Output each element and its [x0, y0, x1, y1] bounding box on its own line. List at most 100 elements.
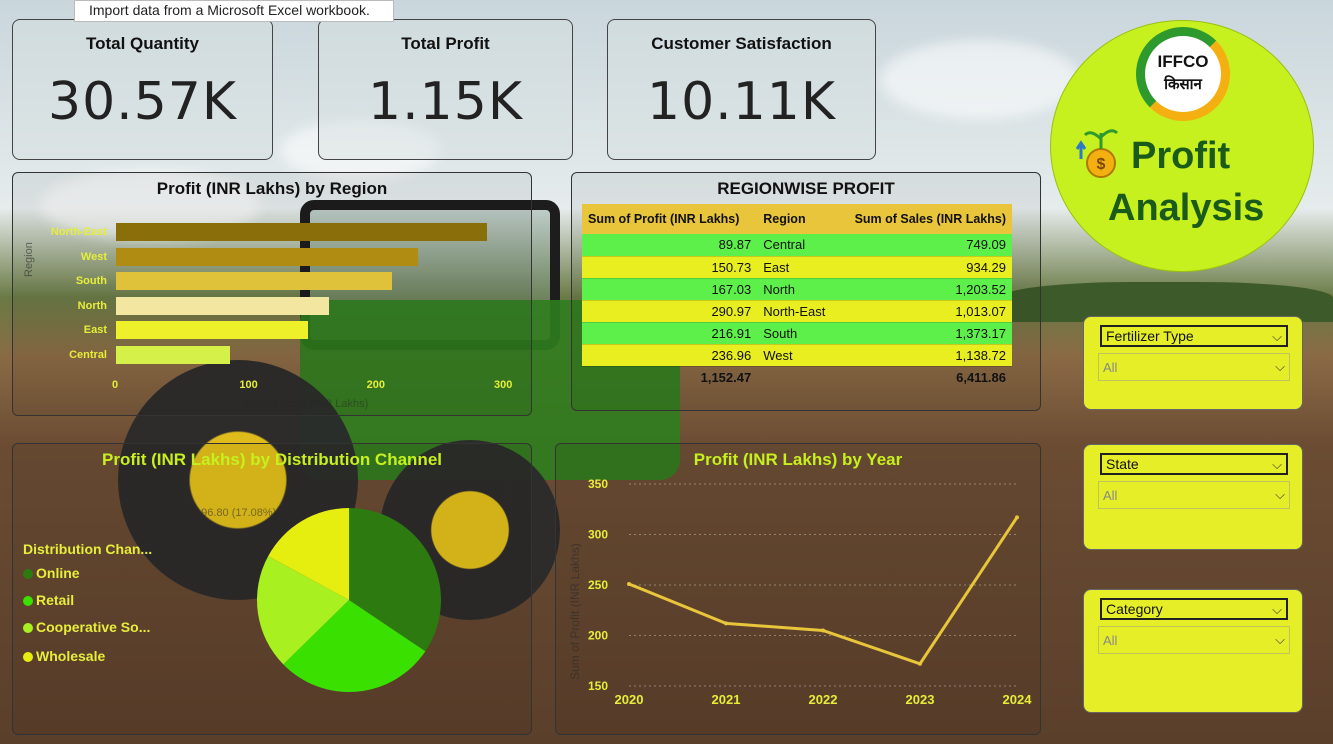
chevron-down-icon[interactable]: ⌵ — [1272, 457, 1282, 473]
bar-north-east[interactable] — [116, 223, 487, 241]
category-label: South — [75, 275, 107, 288]
kpi-title: Customer Satisfaction — [651, 34, 832, 53]
x-tick-label: 2024 — [1003, 692, 1033, 707]
kpi-value: 30.57K — [48, 72, 237, 132]
slicer-dropdown[interactable]: All ⌵ — [1098, 353, 1290, 381]
table-cell: 749.09 — [836, 234, 1012, 257]
y-tick-label: 200 — [588, 629, 608, 643]
table-row[interactable]: 150.73 East 934.29 — [582, 256, 1012, 279]
bar-west[interactable] — [116, 247, 418, 266]
table-row[interactable]: 290.97 North-East 1,013.07 — [582, 300, 1012, 323]
pie-plot — [257, 508, 441, 692]
chevron-down-icon[interactable]: ⌵ — [1272, 602, 1282, 618]
table-cell: 1,373.17 — [836, 322, 1012, 345]
legend-dot — [23, 652, 33, 663]
slicer-dropdown[interactable]: All ⌵ — [1098, 481, 1290, 509]
table-cell: 1,138.72 — [836, 344, 1012, 367]
legend-dot — [23, 569, 33, 580]
region-bar-chart[interactable]: Profit (INR Lakhs) by Region Region Sum … — [12, 172, 532, 416]
table-total-cell — [757, 366, 837, 388]
table-cell: North — [757, 278, 837, 301]
table-cell: Central — [757, 234, 837, 257]
slicer-label: Fertilizer Type — [1106, 328, 1194, 344]
table-title: REGIONWISE PROFIT — [717, 179, 895, 198]
slicer-header[interactable]: State ⌵ — [1100, 453, 1288, 475]
category-label: West — [80, 250, 107, 263]
chevron-down-icon[interactable]: ⌵ — [1275, 359, 1285, 375]
year-line-chart[interactable]: Profit (INR Lakhs) by Year Sum of Profit… — [555, 443, 1041, 735]
line-plot: 150 200 250 300 350 2020 2021 2022 2023 2024 — [588, 477, 1033, 707]
table-cell: 1,203.52 — [836, 278, 1012, 301]
data-point[interactable] — [1015, 515, 1019, 520]
legend-label: Cooperative So... — [36, 619, 151, 635]
tooltip: Import data from a Microsoft Excel workb… — [74, 0, 394, 22]
slicer-dropdown[interactable]: All ⌵ — [1098, 626, 1290, 654]
data-point[interactable] — [821, 628, 825, 633]
table-cell: South — [757, 322, 837, 345]
legend-item-wholesale[interactable]: Wholesale — [23, 648, 105, 664]
x-tick-label: 2022 — [809, 692, 838, 707]
kpi-value: 10.11K — [647, 72, 836, 132]
bar-south[interactable] — [116, 272, 393, 291]
bar-central[interactable] — [116, 346, 231, 364]
x-tick-label: 2021 — [712, 692, 741, 707]
column-header[interactable]: Sum of Profit (INR Lakhs) — [582, 204, 758, 234]
table-cell: 934.29 — [836, 256, 1012, 279]
data-point[interactable] — [627, 581, 631, 586]
x-tick-label: 200 — [366, 379, 386, 391]
y-tick-label: 350 — [588, 477, 608, 491]
slicer-value: All — [1103, 488, 1118, 503]
legend-title: Distribution Chan... — [23, 541, 153, 557]
slicer-value: All — [1103, 633, 1118, 648]
table-cell: West — [757, 344, 837, 367]
series-line-profit[interactable] — [628, 516, 1019, 666]
slicer-label: Category — [1106, 601, 1163, 617]
y-tick-label: 150 — [588, 679, 608, 693]
slicer-state[interactable]: State ⌵ All ⌵ — [1083, 444, 1303, 550]
table-row[interactable]: 236.96 West 1,138.72 — [582, 344, 1012, 367]
slicer-value: All — [1103, 360, 1118, 375]
category-label: Central — [69, 349, 107, 361]
x-tick-label: 2023 — [906, 692, 935, 707]
slicer-category[interactable]: Category ⌵ All ⌵ — [1083, 589, 1303, 713]
column-header[interactable]: Region — [757, 204, 837, 234]
logo-text: IFFCO — [1157, 52, 1209, 71]
table-total-cell: 6,411.86 — [956, 369, 1006, 385]
chevron-down-icon[interactable]: ⌵ — [1272, 329, 1282, 345]
legend-item-retail[interactable]: Retail — [23, 592, 74, 608]
y-tick-label: 250 — [588, 578, 608, 592]
legend-item-cooperative[interactable]: Cooperative So... — [23, 619, 150, 635]
chevron-down-icon[interactable]: ⌵ — [1275, 487, 1285, 503]
slicer-header[interactable]: Category ⌵ — [1100, 598, 1288, 620]
category-label: North-East — [50, 226, 107, 238]
bar-east[interactable] — [116, 321, 308, 340]
data-point[interactable] — [724, 621, 728, 626]
table-row[interactable]: 89.87 Central 749.09 — [582, 234, 1012, 257]
table-cell: 167.03 — [582, 278, 758, 301]
slicer-fertilizer-type[interactable]: Fertilizer Type ⌵ All ⌵ — [1083, 316, 1303, 410]
table-total-row: 1,152.47 6,411.86 — [582, 366, 1012, 388]
kpi-value: 1.15K — [368, 72, 523, 132]
slicer-header[interactable]: Fertilizer Type ⌵ — [1100, 325, 1288, 347]
kpi-card-total-profit[interactable]: Total Profit 1.15K — [318, 19, 573, 160]
bar-north[interactable] — [116, 296, 329, 315]
channel-pie-chart[interactable]: Profit (INR Lakhs) by Distribution Chann… — [12, 443, 532, 735]
cloud — [880, 40, 1080, 120]
column-header[interactable]: Sum of Sales (INR Lakhs) — [836, 204, 1012, 234]
kpi-title: Total Quantity — [85, 34, 199, 53]
legend-item-online[interactable]: Online — [23, 565, 80, 581]
data-point[interactable] — [918, 661, 922, 666]
table-cell: 236.96 — [582, 344, 758, 367]
x-tick-label: 100 — [239, 379, 258, 391]
chevron-down-icon[interactable]: ⌵ — [1275, 632, 1285, 648]
slicer-label: State — [1106, 456, 1139, 472]
regionwise-profit-table-panel[interactable]: REGIONWISE PROFIT Sum of Profit (INR Lak… — [571, 172, 1041, 411]
table-row[interactable]: 167.03 North 1,203.52 — [582, 278, 1012, 301]
kpi-card-total-quantity[interactable]: Total Quantity 30.57K — [12, 19, 273, 160]
legend-label: Wholesale — [36, 648, 106, 664]
chart-title: Profit (INR Lakhs) by Distribution Chann… — [101, 450, 442, 469]
legend-dot — [23, 623, 33, 634]
legend-label: Online — [36, 565, 80, 581]
kpi-card-customer-satisfaction[interactable]: Customer Satisfaction 10.11K — [607, 19, 876, 160]
table-row[interactable]: 216.91 South 1,373.17 — [582, 322, 1012, 345]
